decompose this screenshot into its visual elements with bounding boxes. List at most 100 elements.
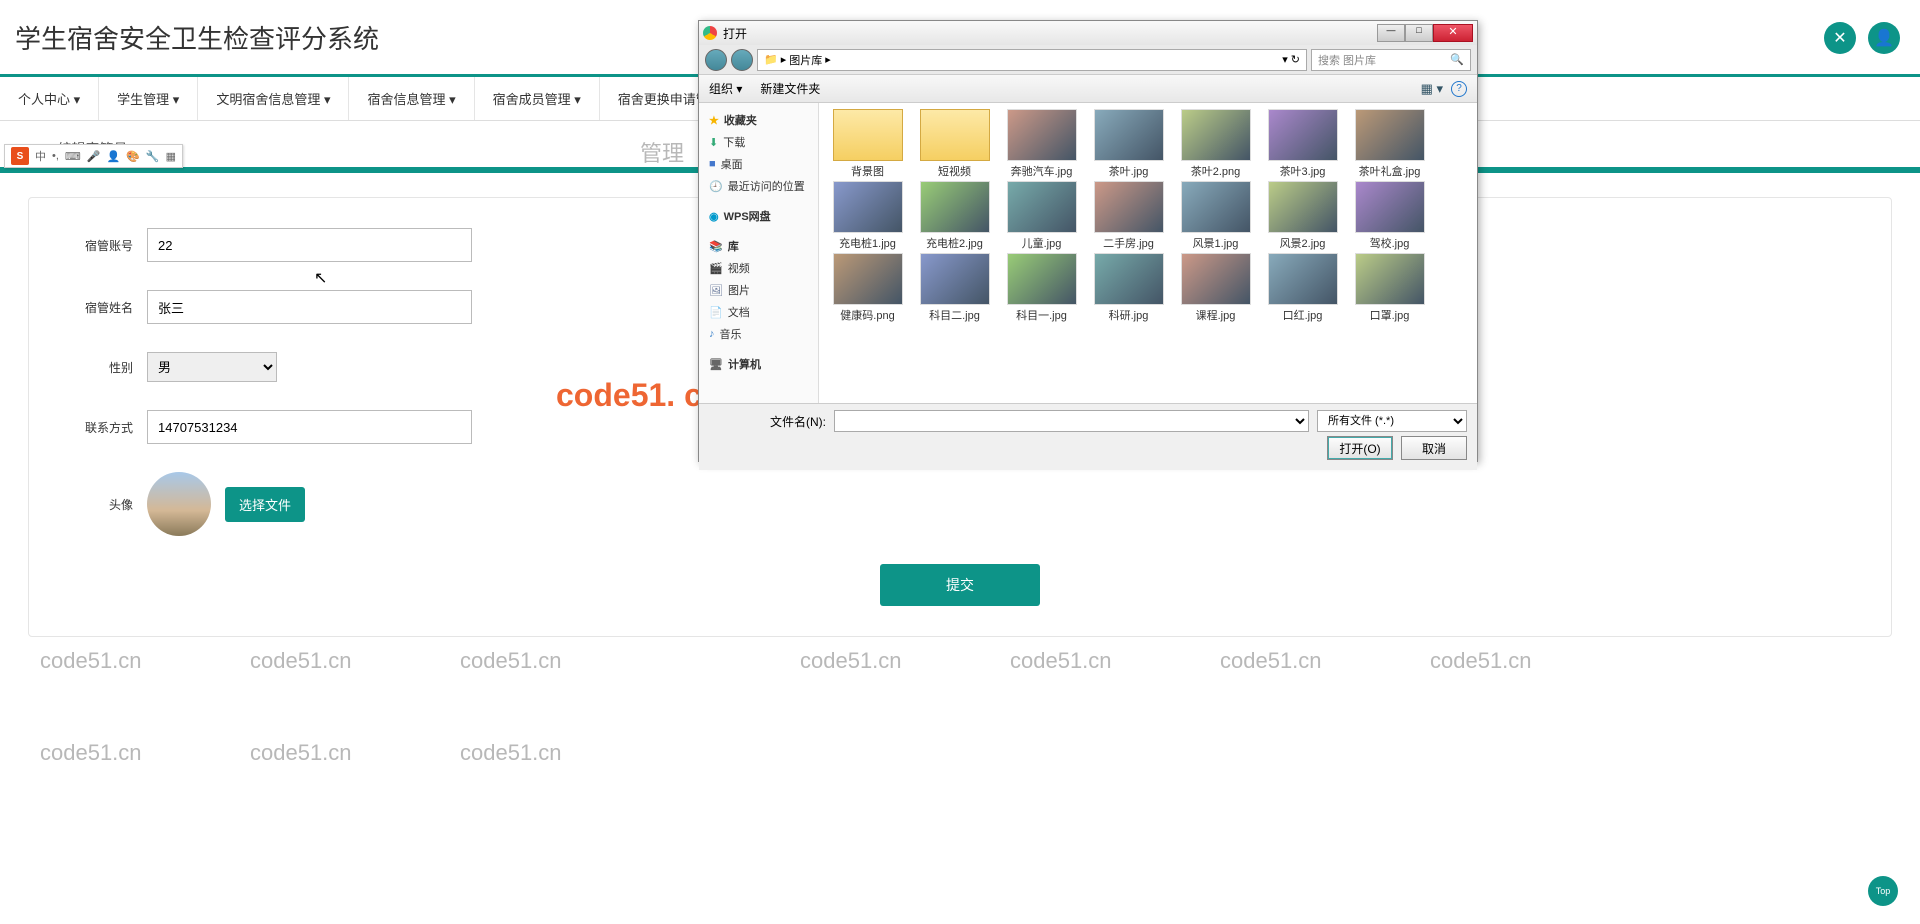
file-item[interactable]: 风景1.jpg xyxy=(1173,181,1258,251)
image-thumbnail xyxy=(1007,109,1077,161)
sidebar-picture[interactable]: 🖼图片 xyxy=(699,279,818,301)
dialog-sidebar: ★收藏夹 ⬇下载 ■桌面 🕘最近访问的位置 ◉WPS网盘 📚库 🎬视频 🖼图片 … xyxy=(699,103,819,403)
file-name: 背景图 xyxy=(825,163,910,179)
new-folder-button[interactable]: 新建文件夹 xyxy=(760,80,820,97)
file-name: 口红.jpg xyxy=(1260,307,1345,323)
submit-button[interactable]: 提交 xyxy=(880,564,1040,606)
file-item[interactable]: 茶叶2.png xyxy=(1173,109,1258,179)
file-name: 茶叶.jpg xyxy=(1086,163,1171,179)
image-thumbnail xyxy=(1268,253,1338,305)
sidebar-document[interactable]: 📄文档 xyxy=(699,301,818,323)
maximize-button[interactable]: □ xyxy=(1405,24,1433,42)
watermark: code51.cn xyxy=(250,740,352,766)
nav-personal[interactable]: 个人中心 ▾ xyxy=(0,77,99,120)
file-item[interactable]: 茶叶3.jpg xyxy=(1260,109,1345,179)
ime-toolbar[interactable]: S 中 •, ⌨ 🎤 👤 🎨 🔧 ▦ xyxy=(4,144,183,168)
close-button[interactable]: ✕ xyxy=(1433,24,1473,42)
file-name: 科目一.jpg xyxy=(999,307,1084,323)
file-item[interactable]: 口罩.jpg xyxy=(1347,253,1432,323)
dialog-address-bar: 📁 ▸ 图片库 ▸ ▾ ↻ 搜索 图片库 🔍 xyxy=(699,45,1477,75)
dialog-titlebar[interactable]: 打开 — □ ✕ xyxy=(699,21,1477,45)
sidebar-desktop[interactable]: ■桌面 xyxy=(699,153,818,175)
open-button[interactable]: 打开(O) xyxy=(1327,436,1393,460)
folder-icon xyxy=(833,109,903,161)
folder-icon xyxy=(920,109,990,161)
sidebar-downloads[interactable]: ⬇下载 xyxy=(699,131,818,153)
filename-input[interactable] xyxy=(834,410,1309,432)
sidebar-favorites[interactable]: ★收藏夹 xyxy=(699,109,818,131)
search-input[interactable]: 搜索 图片库 🔍 xyxy=(1311,49,1471,71)
sidebar-music[interactable]: ♪音乐 xyxy=(699,323,818,345)
image-thumbnail xyxy=(833,253,903,305)
cancel-button[interactable]: 取消 xyxy=(1401,436,1467,460)
nav-forward-button[interactable] xyxy=(731,49,753,71)
file-item[interactable]: 二手房.jpg xyxy=(1086,181,1171,251)
select-file-button[interactable]: 选择文件 xyxy=(225,487,305,522)
sidebar-wps[interactable]: ◉WPS网盘 xyxy=(699,205,818,227)
refresh-button[interactable]: ✕ xyxy=(1824,22,1856,54)
file-item[interactable]: 驾校.jpg xyxy=(1347,181,1432,251)
view-button[interactable]: ▦ ▾ xyxy=(1421,81,1443,97)
watermark: code51.cn xyxy=(460,740,562,766)
file-name: 课程.jpg xyxy=(1173,307,1258,323)
file-item[interactable]: 儿童.jpg xyxy=(999,181,1084,251)
ime-lang[interactable]: 中 xyxy=(35,148,46,164)
nav-civilized[interactable]: 文明宿舍信息管理 ▾ xyxy=(198,77,349,120)
ime-mic-icon[interactable]: 🎤 xyxy=(87,150,101,163)
minimize-button[interactable]: — xyxy=(1377,24,1405,42)
user-button[interactable]: 👤 xyxy=(1868,22,1900,54)
sidebar-computer[interactable]: 🖥计算机 xyxy=(699,353,818,375)
avatar-preview xyxy=(147,472,211,536)
name-input[interactable] xyxy=(147,290,472,324)
help-button[interactable]: ? xyxy=(1451,81,1467,97)
ime-user-icon[interactable]: 👤 xyxy=(107,150,121,163)
nav-back-button[interactable] xyxy=(705,49,727,71)
file-name: 口罩.jpg xyxy=(1347,307,1432,323)
ime-skin-icon[interactable]: 🎨 xyxy=(126,150,140,163)
path-segment[interactable]: 图片库 xyxy=(789,52,822,68)
ime-grid-icon[interactable]: ▦ xyxy=(166,150,176,163)
file-item[interactable]: 茶叶礼盒.jpg xyxy=(1347,109,1432,179)
ime-tool-icon[interactable]: 🔧 xyxy=(146,150,160,163)
chevron-down-icon[interactable]: ▾ xyxy=(1282,53,1288,66)
filetype-select[interactable]: 所有文件 (*.*) xyxy=(1317,410,1467,432)
sidebar-library[interactable]: 📚库 xyxy=(699,235,818,257)
watermark: code51.cn xyxy=(40,740,142,766)
file-item[interactable]: 茶叶.jpg xyxy=(1086,109,1171,179)
refresh-icon[interactable]: ↻ xyxy=(1291,53,1300,66)
scroll-top-button[interactable]: Top xyxy=(1868,876,1898,906)
gender-select[interactable]: 男 xyxy=(147,352,277,382)
account-input[interactable] xyxy=(147,228,472,262)
file-item[interactable]: 短视频 xyxy=(912,109,997,179)
file-item[interactable]: 口红.jpg xyxy=(1260,253,1345,323)
nav-members[interactable]: 宿舍成员管理 ▾ xyxy=(475,77,600,120)
ime-keyboard-icon[interactable]: ⌨ xyxy=(65,150,81,163)
search-icon: 🔍 xyxy=(1450,53,1464,66)
nav-dorm-info[interactable]: 宿舍信息管理 ▾ xyxy=(349,77,474,120)
sidebar-recent[interactable]: 🕘最近访问的位置 xyxy=(699,175,818,197)
file-item[interactable]: 充电桩2.jpg xyxy=(912,181,997,251)
watermark: code51.cn xyxy=(250,648,352,674)
file-item[interactable]: 健康码.png xyxy=(825,253,910,323)
path-box[interactable]: 📁 ▸ 图片库 ▸ ▾ ↻ xyxy=(757,49,1307,71)
file-item[interactable]: 课程.jpg xyxy=(1173,253,1258,323)
file-item[interactable]: 科研.jpg xyxy=(1086,253,1171,323)
file-name: 风景1.jpg xyxy=(1173,235,1258,251)
file-item[interactable]: 科目一.jpg xyxy=(999,253,1084,323)
image-thumbnail xyxy=(1094,181,1164,233)
file-grid[interactable]: 背景图短视频奔驰汽车.jpg茶叶.jpg茶叶2.png茶叶3.jpg茶叶礼盒.j… xyxy=(819,103,1477,403)
file-item[interactable]: 奔驰汽车.jpg xyxy=(999,109,1084,179)
ime-punct-icon[interactable]: •, xyxy=(52,150,59,162)
file-item[interactable]: 充电桩1.jpg xyxy=(825,181,910,251)
sidebar-video[interactable]: 🎬视频 xyxy=(699,257,818,279)
nav-student[interactable]: 学生管理 ▾ xyxy=(99,77,198,120)
file-item[interactable]: 风景2.jpg xyxy=(1260,181,1345,251)
phone-input[interactable] xyxy=(147,410,472,444)
file-item[interactable]: 科目二.jpg xyxy=(912,253,997,323)
file-item[interactable]: 背景图 xyxy=(825,109,910,179)
file-name: 儿童.jpg xyxy=(999,235,1084,251)
organize-menu[interactable]: 组织 ▾ xyxy=(709,80,742,97)
watermark: code51.cn xyxy=(460,648,562,674)
file-name: 充电桩1.jpg xyxy=(825,235,910,251)
watermark: code51.cn xyxy=(1220,648,1322,674)
